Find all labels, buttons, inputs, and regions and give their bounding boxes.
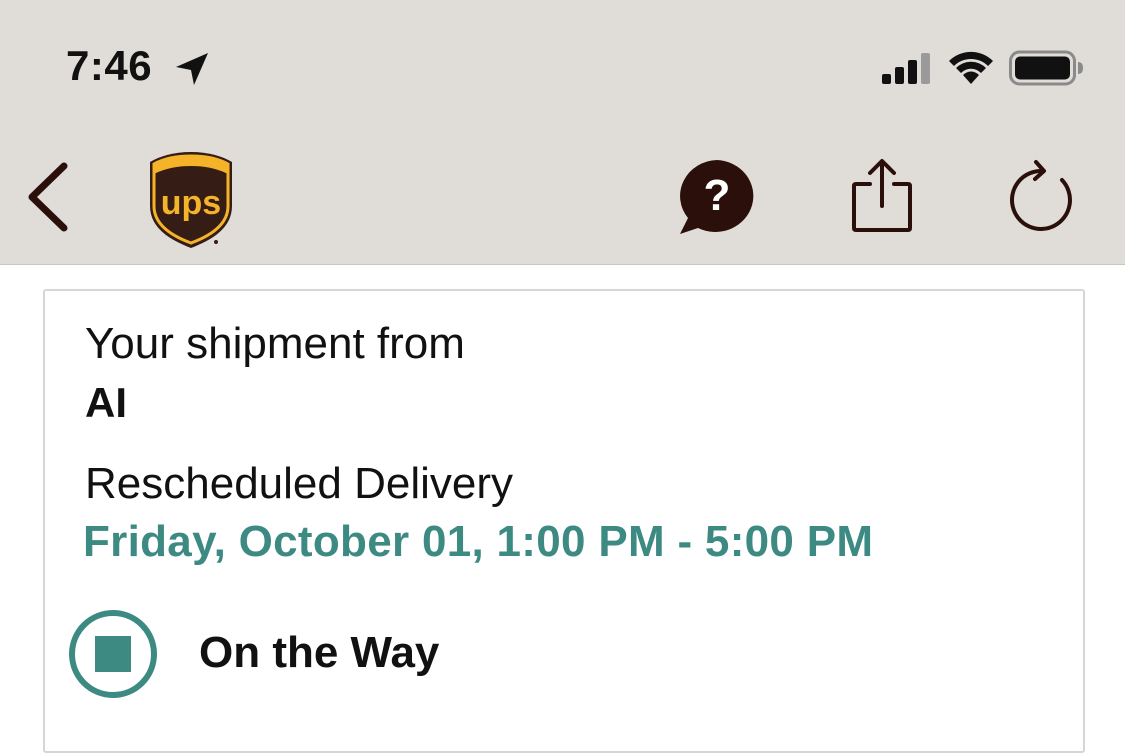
share-button[interactable]	[848, 156, 916, 236]
wifi-icon	[949, 51, 993, 84]
shipment-status: On the Way	[199, 628, 440, 677]
back-button[interactable]	[22, 158, 74, 236]
shipment-from-label: Your shipment from	[85, 319, 465, 368]
ups-logo: ups	[150, 152, 232, 248]
delivery-label: Rescheduled Delivery	[85, 459, 513, 508]
location-arrow-icon	[176, 53, 208, 85]
share-icon	[852, 159, 912, 232]
shipment-sender: AI	[85, 379, 127, 426]
help-bubble-icon: ?	[680, 160, 754, 234]
help-button[interactable]: ?	[676, 158, 758, 238]
shipment-card[interactable]: Your shipment from AI Rescheduled Delive…	[43, 289, 1085, 753]
delivery-window: Friday, October 01, 1:00 PM - 5:00 PM	[83, 517, 874, 566]
status-bar: 7:46	[0, 0, 1125, 130]
nav-bar: ups ?	[0, 130, 1125, 265]
chevron-left-icon	[28, 162, 68, 232]
status-time: 7:46	[66, 42, 153, 89]
refresh-button[interactable]	[1008, 158, 1076, 234]
battery-icon	[1009, 50, 1083, 86]
status-stop-icon	[69, 610, 157, 698]
ups-logo-text: ups	[161, 184, 221, 222]
refresh-icon	[1010, 160, 1072, 231]
signal-icon	[882, 53, 930, 84]
help-glyph: ?	[704, 171, 731, 220]
